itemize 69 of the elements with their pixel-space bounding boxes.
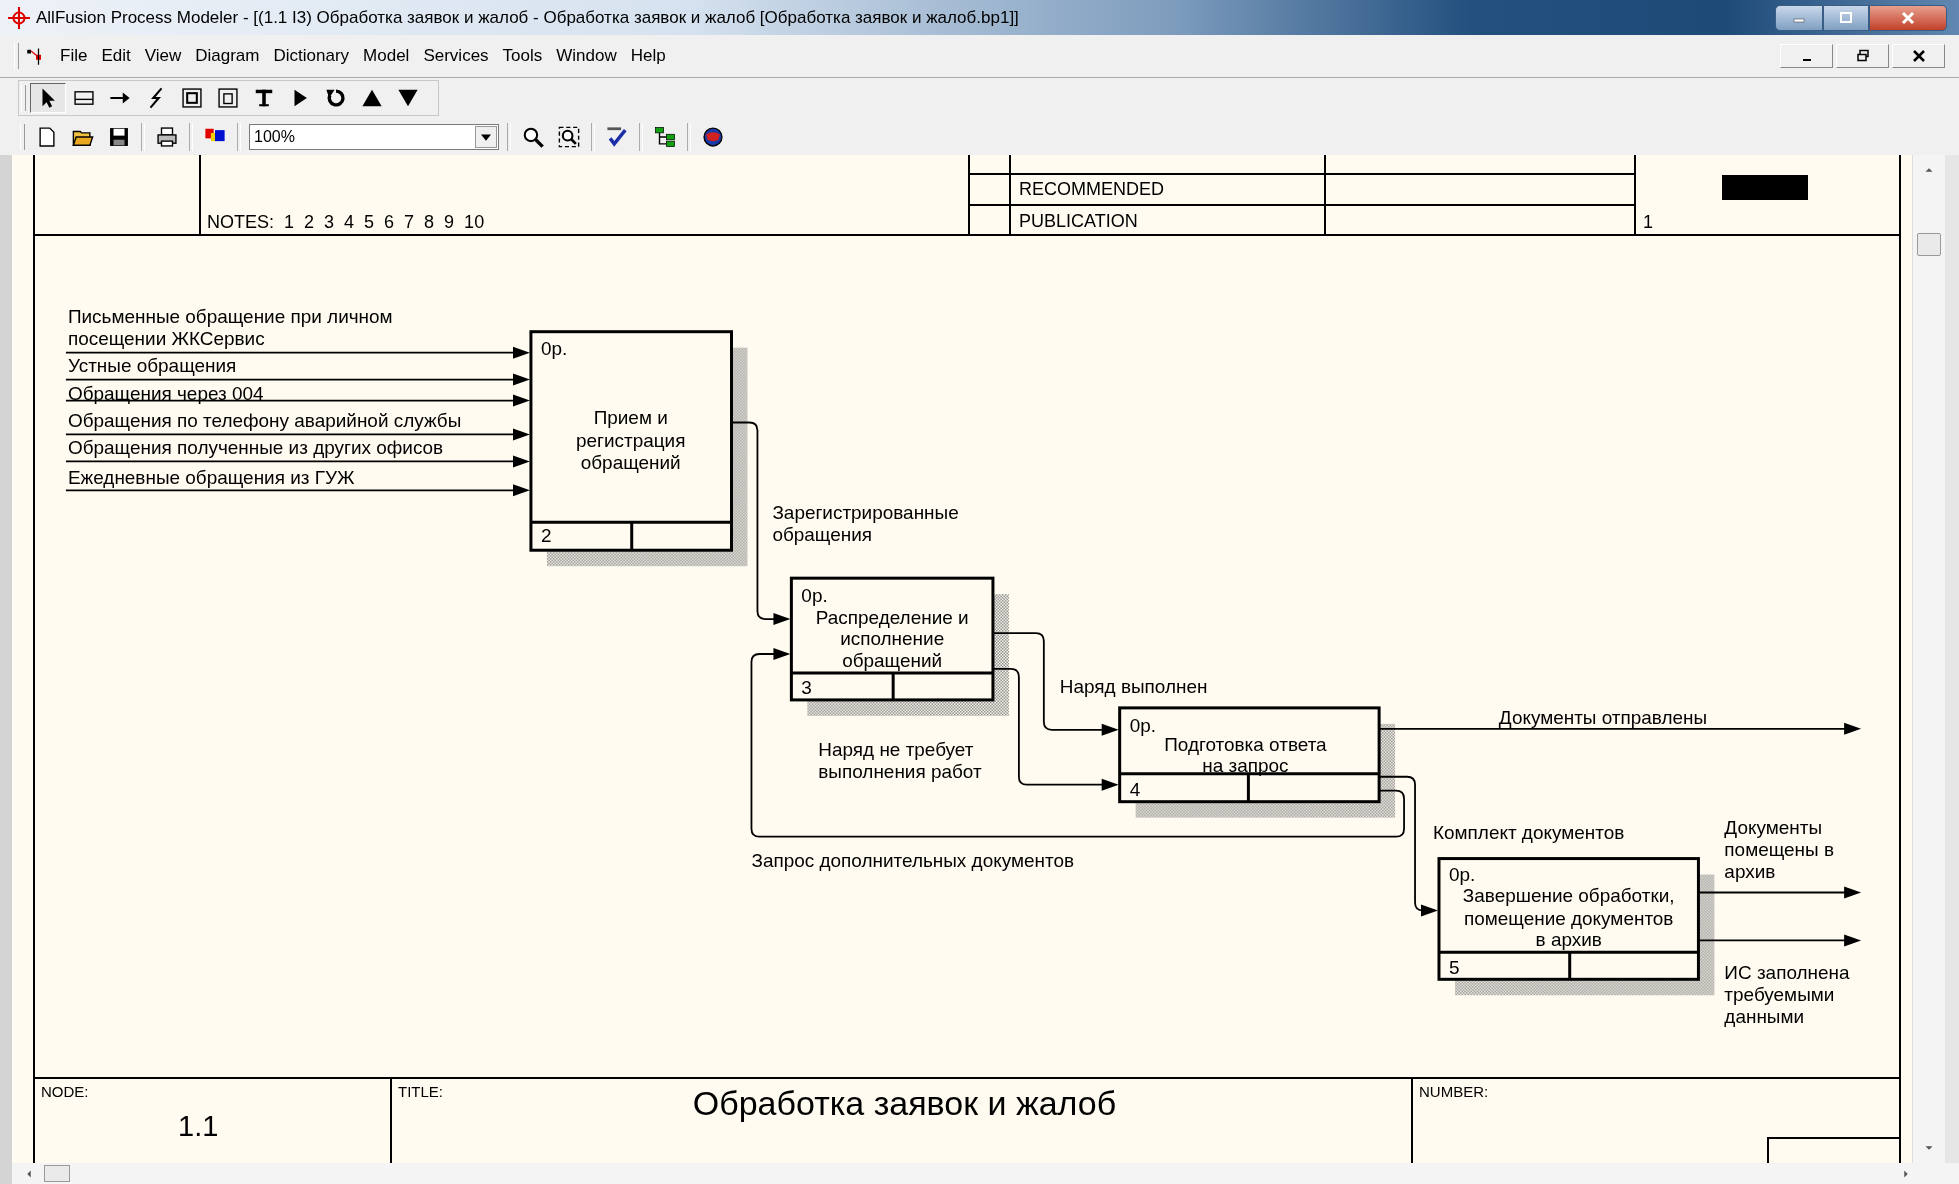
arrow-label: Обращения по телефону аварийной службы <box>67 410 462 432</box>
zoom-dropdown[interactable]: 100% <box>249 123 499 150</box>
arrow-label: Обращения через 004 <box>67 382 264 404</box>
arrow-label: Запрос дополнительных документов <box>751 849 1074 871</box>
activity-name: Завершение обработки, помещение документов в архив <box>1462 885 1675 951</box>
vertical-scrollbar[interactable] <box>1912 155 1945 1163</box>
activity-number: 5 <box>1448 957 1460 979</box>
cost-label: 0р. <box>540 337 568 359</box>
menu-item[interactable]: Help <box>623 44 673 68</box>
activity-name: Распределение и исполнение обращений <box>815 607 969 671</box>
maximize-button[interactable] <box>1823 5 1869 31</box>
notes-label: NOTES: 1 2 3 4 5 6 7 8 9 10 <box>207 212 485 233</box>
arrow-label: ИС заполнена требуемыми данными <box>1724 962 1850 1028</box>
status-label: PUBLICATION <box>1019 210 1138 232</box>
activity-box[interactable] <box>1118 706 1396 818</box>
arrow-label: Наряд выполнен <box>1059 675 1208 697</box>
minimize-button[interactable] <box>1775 5 1823 31</box>
menu-item[interactable]: Model <box>356 44 417 68</box>
arrow-label: Письменные обращение при личном посещении ЖКСервис <box>67 305 393 349</box>
arrow-label: Ежедневные обращения из ГУЖ <box>67 467 355 489</box>
scrollbar-thumb[interactable] <box>44 1165 70 1182</box>
arrow-label: Зарегистрированные обращения <box>772 502 959 546</box>
activity-box[interactable] <box>789 576 1009 716</box>
activity-number: 3 <box>801 676 812 698</box>
title-label: TITLE: <box>398 1083 443 1100</box>
arrow-label: Документы помещены в архив <box>1724 816 1834 882</box>
cost-label: 0р. <box>801 585 828 607</box>
menu-item[interactable]: View <box>137 44 189 68</box>
menu-item[interactable]: Diagram <box>188 44 267 68</box>
status-label: RECOMMENDED <box>1019 179 1164 200</box>
activity-box[interactable] <box>529 330 748 567</box>
activity-box[interactable] <box>1437 857 1715 996</box>
menu-item[interactable]: Tools <box>495 44 550 68</box>
scrollbar-thumb[interactable] <box>1917 233 1941 256</box>
node-label: NODE: <box>41 1083 89 1100</box>
arrow-label: Устные обращения <box>67 354 237 376</box>
arrow-label: Наряд не требует выполнения работ <box>818 738 982 782</box>
arrow[interactable] <box>750 648 1405 838</box>
menu-item[interactable]: Dictionary <box>266 44 357 68</box>
close-button[interactable] <box>1869 5 1947 31</box>
arrow[interactable] <box>1697 934 1862 947</box>
arrow-label: Обращения полученные из других офисов <box>67 437 444 459</box>
arrow[interactable] <box>992 632 1119 736</box>
activity-name: Прием и регистрация обращений <box>576 407 686 474</box>
pointer-icon[interactable] <box>30 83 66 113</box>
restore-button[interactable] <box>1836 44 1889 68</box>
menu-item[interactable]: Window <box>549 44 624 68</box>
cost-label: 0р. <box>1448 863 1476 885</box>
activity-number: 4 <box>1129 778 1141 800</box>
diagram-title: Обработка заявок и жалоб <box>692 1084 1117 1123</box>
arrow[interactable] <box>992 668 1119 791</box>
menu-item[interactable]: Edit <box>94 44 138 68</box>
node-number: 1.1 <box>178 1110 219 1143</box>
activity-name: Подготовка ответа на запрос <box>1164 733 1327 776</box>
arrow[interactable] <box>1697 886 1862 899</box>
number-label: NUMBER: <box>1419 1083 1489 1100</box>
menu-item[interactable]: File <box>53 44 95 68</box>
menu-item[interactable]: Services <box>416 44 496 68</box>
arrow-label: Документы отправлены <box>1498 706 1708 728</box>
app-icon <box>8 6 30 29</box>
close-icon[interactable] <box>1910 48 1927 64</box>
activity-number: 2 <box>540 525 552 547</box>
restore-icon[interactable] <box>1854 48 1871 64</box>
horizontal-scrollbar[interactable] <box>0 1163 1959 1184</box>
window-title: AllFusion Process Modeler - [(1.1 I3) Обработка заявок и жалоб - Обработка заявок и жалоб [Обработка заявок и жалоб.bp1]] <box>36 7 1020 28</box>
cost-label: 0р. <box>1129 714 1156 736</box>
arrow-label: Комплект документов <box>1433 821 1625 843</box>
page-number: 1 <box>1643 212 1654 233</box>
caret-icon[interactable] <box>475 125 497 148</box>
